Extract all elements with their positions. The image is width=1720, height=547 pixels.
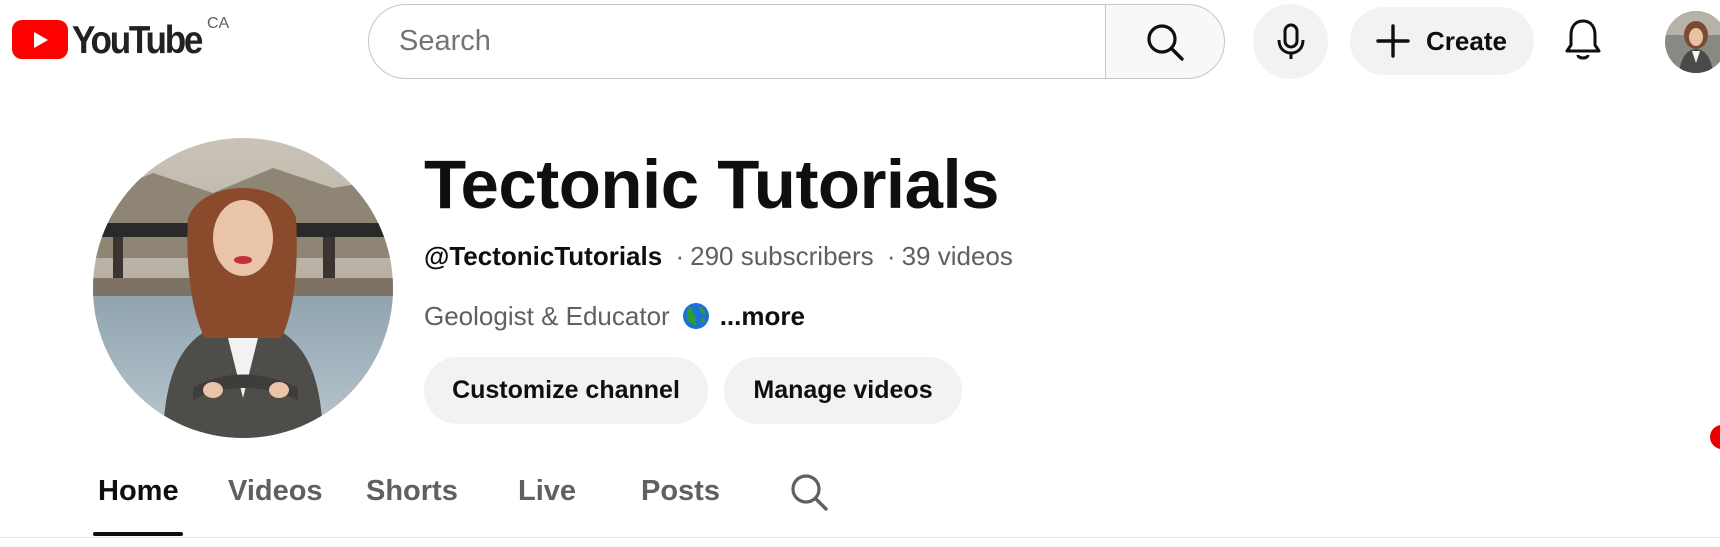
tab-videos[interactable]: Videos bbox=[228, 475, 323, 508]
search-icon bbox=[1147, 23, 1184, 61]
meta-separator: · bbox=[886, 241, 896, 271]
bell-icon bbox=[1565, 19, 1601, 60]
subscriber-count: 290 subscribers bbox=[690, 241, 874, 271]
channel-name: Tectonic Tutorials bbox=[424, 146, 1000, 223]
channel-tabs: Home Videos Shorts Live Posts bbox=[0, 465, 1720, 540]
active-tab-indicator bbox=[93, 532, 183, 536]
notifications-button[interactable] bbox=[1563, 17, 1603, 63]
more-link[interactable]: ...more bbox=[720, 300, 805, 332]
youtube-channel-page: YouTube CA Create bbox=[0, 0, 1720, 547]
create-label: Create bbox=[1426, 25, 1507, 56]
floating-badge bbox=[1710, 425, 1720, 449]
tabs-divider bbox=[0, 537, 1720, 538]
manage-videos-button[interactable]: Manage videos bbox=[724, 357, 962, 424]
description-text: Geologist & Educator bbox=[424, 301, 670, 331]
youtube-play-icon bbox=[12, 20, 68, 59]
channel-meta: @TectonicTutorials · 290 subscribers · 39 … bbox=[424, 240, 1013, 272]
voice-search-button[interactable] bbox=[1253, 4, 1328, 79]
globe-emoji-icon bbox=[682, 303, 709, 329]
logo-wordmark: YouTube bbox=[72, 19, 203, 62]
channel-search-icon[interactable] bbox=[788, 471, 830, 513]
country-code: CA bbox=[207, 15, 230, 32]
customize-channel-button[interactable]: Customize channel bbox=[424, 357, 708, 424]
youtube-logo[interactable]: YouTube CA bbox=[12, 15, 229, 62]
channel-description[interactable]: Geologist & Educator ...more bbox=[424, 300, 805, 332]
account-avatar[interactable] bbox=[1665, 11, 1720, 73]
plus-icon bbox=[1376, 24, 1410, 58]
channel-avatar[interactable] bbox=[93, 138, 393, 438]
create-button[interactable]: Create bbox=[1350, 7, 1534, 75]
tab-shorts[interactable]: Shorts bbox=[366, 475, 458, 508]
meta-separator: · bbox=[675, 241, 685, 271]
tab-live[interactable]: Live bbox=[518, 475, 576, 508]
channel-handle: @TectonicTutorials bbox=[424, 241, 663, 271]
search-button[interactable] bbox=[1105, 4, 1225, 79]
search-bar bbox=[368, 4, 1225, 79]
mic-icon bbox=[1277, 23, 1304, 59]
tab-posts[interactable]: Posts bbox=[641, 475, 720, 508]
search-input[interactable] bbox=[368, 4, 1105, 79]
tab-home[interactable]: Home bbox=[98, 475, 179, 508]
video-count: 39 videos bbox=[901, 241, 1013, 271]
